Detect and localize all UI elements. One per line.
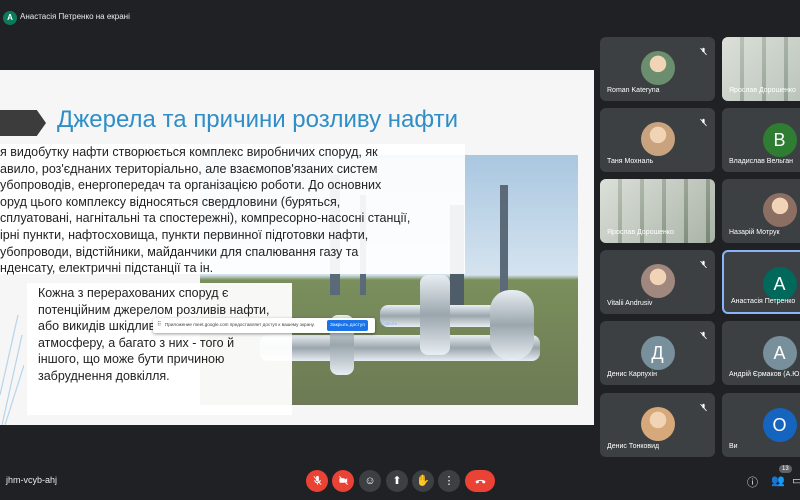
participant-name: Таня Мохналь bbox=[607, 158, 654, 165]
emoji-button[interactable]: ☺ bbox=[359, 470, 381, 492]
end-call-button[interactable] bbox=[465, 470, 495, 492]
present-button[interactable]: ⬆ bbox=[386, 470, 408, 492]
participant-photo bbox=[640, 264, 675, 298]
slide-paragraph-2: Кожна з перерахованих споруд є потенційн… bbox=[38, 286, 270, 383]
participant-count-badge: 13 bbox=[779, 465, 792, 473]
mic-off-icon bbox=[699, 114, 708, 127]
camera-off-icon bbox=[338, 476, 348, 485]
participant-tile[interactable]: Денис Тонковид bbox=[600, 393, 715, 457]
screen-share-bar: ⠿ Приложение meet.google.com предоставля… bbox=[153, 318, 375, 333]
mic-off-icon bbox=[699, 399, 708, 412]
participant-photo bbox=[640, 122, 675, 156]
participant-name: Андрій Єрмаков (А.Ю.) bbox=[729, 371, 800, 378]
more-vert-icon: ⋮ bbox=[443, 475, 455, 487]
meeting-code: jhm-vcyb-ahj bbox=[6, 475, 58, 485]
raise-hand-icon: ✋ bbox=[416, 475, 430, 487]
stop-sharing-button[interactable]: Закрыть доступ bbox=[327, 320, 368, 331]
participant-tile[interactable]: Ярослав Дорошенко bbox=[722, 37, 800, 101]
participant-name: Ярослав Дорошенко bbox=[729, 87, 796, 94]
hide-share-bar-link[interactable]: Скрыть bbox=[381, 322, 397, 327]
drag-handle-icon[interactable]: ⠿ bbox=[157, 321, 161, 328]
participant-tile[interactable]: Назарій Мотрук bbox=[722, 179, 800, 243]
participant-name: Денис Карпухін bbox=[607, 371, 657, 378]
participant-tile[interactable]: Roman Kateryna bbox=[600, 37, 715, 101]
mic-off-icon bbox=[699, 43, 708, 56]
raise-hand-button[interactable]: ✋ bbox=[412, 470, 434, 492]
participant-photo bbox=[640, 51, 675, 85]
slide-stripe-decoration bbox=[0, 314, 24, 425]
participant-name: Ви bbox=[729, 443, 738, 450]
participant-name: Roman Kateryna bbox=[607, 87, 660, 94]
participant-name: Владислав Вельган bbox=[729, 158, 794, 165]
share-message: Приложение meet.google.com предоставляет… bbox=[165, 322, 315, 327]
participant-name: Назарій Мотрук bbox=[729, 229, 780, 236]
more-options-button[interactable]: ⋮ bbox=[438, 470, 460, 492]
participant-avatar: А bbox=[762, 267, 797, 301]
mic-off-icon bbox=[699, 256, 708, 269]
participant-name: Ярослав Дорошенко bbox=[607, 229, 674, 236]
shared-screen: Джерела та причини розливу нафти я видоб… bbox=[0, 70, 594, 425]
slide-title: Джерела та причини розливу нафти bbox=[57, 106, 458, 133]
present-icon: ⬆ bbox=[392, 475, 402, 487]
participant-avatar: Д bbox=[640, 336, 675, 370]
info-icon[interactable]: ⓘ bbox=[747, 474, 758, 490]
camera-off-button[interactable] bbox=[332, 470, 354, 492]
participant-avatar: В bbox=[762, 123, 797, 157]
participant-tile[interactable]: А Анастасія Петренко bbox=[722, 250, 800, 314]
end-call-icon bbox=[475, 479, 485, 484]
mic-off-icon bbox=[312, 475, 322, 485]
participant-tile[interactable]: А Андрій Єрмаков (А.Ю.) bbox=[722, 321, 800, 385]
bottom-bar: jhm-vcyb-ahj ☺ ⬆ ✋ ⋮ ⓘ 👥 13 ▭ bbox=[0, 462, 800, 500]
presenter-avatar: А bbox=[3, 11, 17, 25]
participant-tile[interactable]: Д Денис Карпухін bbox=[600, 321, 715, 385]
participant-photo bbox=[640, 407, 675, 441]
participant-tile[interactable]: Ярослав Дорошенко bbox=[600, 179, 715, 243]
slide-arrow-decoration bbox=[0, 110, 46, 136]
mic-off-icon bbox=[699, 327, 708, 340]
participant-name: Анастасія Петренко bbox=[731, 298, 796, 305]
top-bar: А Анастасія Петренко на екрані bbox=[0, 0, 800, 34]
participant-avatar: О bbox=[762, 408, 797, 442]
participant-tile[interactable]: Vitalii Andrusiv bbox=[600, 250, 715, 314]
chat-icon[interactable]: ▭ bbox=[792, 474, 800, 487]
participant-name: Vitalii Andrusiv bbox=[607, 300, 653, 307]
slide-paragraph-1: я видобутку нафти створюється комплекс в… bbox=[0, 145, 411, 276]
participant-tile[interactable]: Таня Мохналь bbox=[600, 108, 715, 172]
emoji-icon: ☺ bbox=[364, 475, 376, 487]
participant-photo bbox=[762, 193, 797, 227]
participant-name: Денис Тонковид bbox=[607, 443, 660, 450]
participant-tile[interactable]: В Владислав Вельган bbox=[722, 108, 800, 172]
people-icon[interactable]: 👥 bbox=[771, 474, 785, 487]
participant-avatar: А bbox=[762, 336, 797, 370]
participant-tile[interactable]: О Ви bbox=[722, 393, 800, 457]
presenter-title: Анастасія Петренко на екрані bbox=[20, 12, 130, 21]
mic-off-button[interactable] bbox=[306, 470, 328, 492]
